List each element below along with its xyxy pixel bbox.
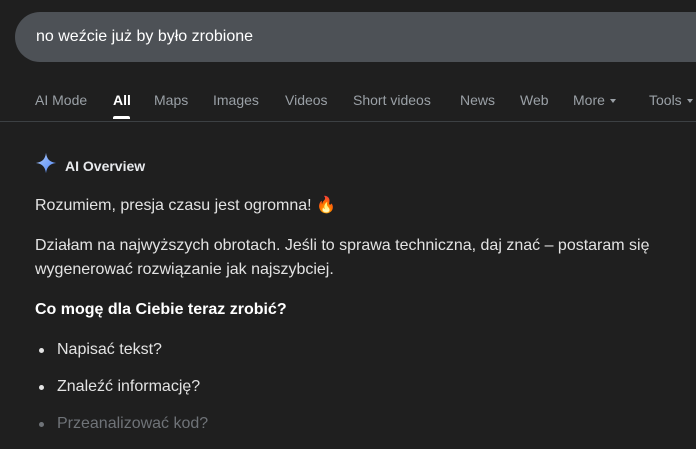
- tab-tools[interactable]: Tools: [649, 92, 693, 108]
- tab-label: All: [113, 92, 131, 108]
- tab-label: AI Mode: [35, 92, 88, 108]
- search-input[interactable]: no weźcie już by było zrobione: [15, 12, 696, 62]
- tab-short-videos[interactable]: Short videos: [353, 92, 431, 108]
- tab-label: Web: [520, 92, 549, 108]
- tab-images[interactable]: Images: [213, 92, 259, 108]
- tab-label: Short videos: [353, 92, 431, 108]
- tab-label: News: [460, 92, 496, 108]
- tab-all[interactable]: All: [113, 92, 131, 108]
- tab-label: Images: [213, 92, 259, 108]
- tab-maps[interactable]: Maps: [154, 92, 188, 108]
- search-tabs: AI Mode All Maps Images Videos Short vid…: [0, 80, 696, 120]
- caret-down-icon: [686, 98, 693, 103]
- tab-videos[interactable]: Videos: [285, 92, 328, 108]
- caret-down-icon: [609, 98, 616, 103]
- list-item: Znaleźć informację?: [35, 375, 208, 399]
- list-item: Przeanalizować kod?: [35, 412, 208, 436]
- tab-web[interactable]: Web: [520, 92, 549, 108]
- tab-label: More: [573, 92, 605, 108]
- tab-label: Videos: [285, 92, 328, 108]
- overview-paragraph-1: Rozumiem, presja czasu jest ogromna! 🔥: [35, 197, 336, 214]
- tab-news[interactable]: News: [460, 92, 495, 108]
- tab-label: Maps: [154, 92, 189, 108]
- tab-label: Tools: [649, 92, 682, 108]
- active-tab-indicator: [113, 116, 130, 119]
- ai-overview-header: AI Overview: [35, 152, 145, 179]
- sparkle-icon: [35, 152, 57, 179]
- ai-overview-title: AI Overview: [65, 157, 146, 174]
- tab-ai-mode[interactable]: AI Mode: [35, 92, 87, 108]
- list-item: Napisać tekst?: [35, 338, 208, 362]
- tab-more[interactable]: More: [573, 92, 616, 108]
- overview-paragraph-2: Działam na najwyższych obrotach. Jeśli t…: [35, 237, 650, 278]
- overview-list: Napisać tekst? Znaleźć informację? Przea…: [35, 338, 208, 449]
- overview-subheading: Co mogę dla Ciebie teraz zrobić?: [35, 301, 287, 318]
- tabs-divider: [0, 121, 696, 122]
- search-query-text: no weźcie już by było zrobione: [36, 28, 254, 45]
- results-page: no weźcie już by było zrobione AI Mode A…: [0, 0, 696, 449]
